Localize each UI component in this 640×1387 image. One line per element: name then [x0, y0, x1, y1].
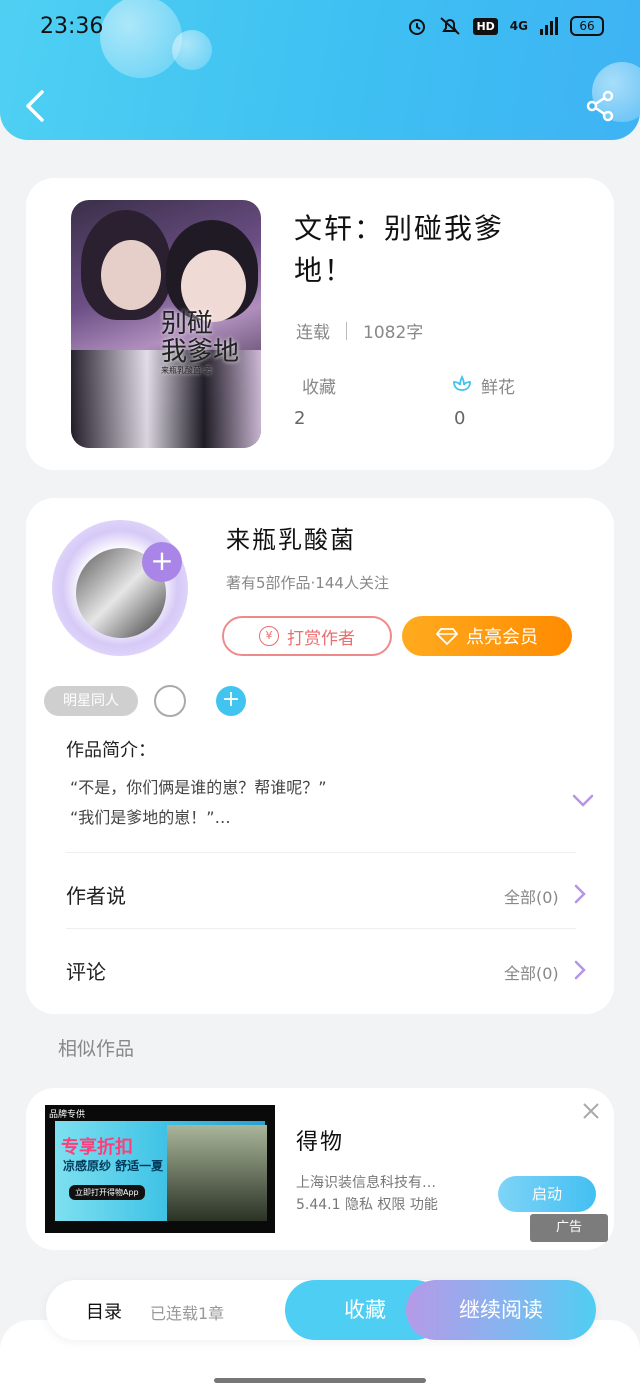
flowers-label[interactable]: 鲜花 — [481, 373, 515, 398]
avatar-frame — [52, 520, 188, 656]
battery-icon: 66 — [570, 16, 604, 36]
divider — [66, 852, 576, 853]
ad-image-sub: 凉感原纱 舒适一夏 — [63, 1159, 164, 1173]
ad-badge[interactable]: 广告 — [530, 1214, 608, 1242]
book-cover[interactable]: 别碰 我爹地 来瓶乳酸菌 著 — [71, 200, 261, 448]
chevron-down-icon[interactable] — [572, 794, 594, 808]
back-icon[interactable] — [22, 88, 50, 124]
favorites-label: 收藏 — [302, 378, 336, 398]
intro-title: 作品简介： — [66, 740, 156, 761]
word-count: 1082字 — [363, 323, 424, 343]
book-status: 连载 — [296, 323, 330, 343]
comments-label[interactable]: 评论 — [66, 956, 106, 985]
ad-launch-button[interactable]: 启动 — [498, 1176, 596, 1212]
cover-title: 别碰 我爹地 来瓶乳酸菌 著 — [161, 310, 239, 376]
author-says-count[interactable]: 全部(0) — [504, 884, 559, 908]
yen-icon: ¥ — [259, 626, 279, 646]
add-tag-button[interactable]: + — [216, 686, 246, 716]
ad-desc-line[interactable]: 5.44.1 隐私 权限 功能 — [296, 1194, 438, 1216]
tip-author-button[interactable]: ¥ 打赏作者 — [222, 616, 392, 656]
follow-plus-icon[interactable]: + — [142, 542, 182, 582]
tag-empty-circle[interactable] — [154, 685, 186, 717]
ad-title: 得物 — [296, 1130, 345, 1155]
flower-icon[interactable] — [451, 372, 473, 394]
cover-title-line: 别碰 — [161, 309, 214, 339]
ad-image-brand: 品牌专供 — [49, 1110, 86, 1120]
book-meta: 连载 1082字 — [296, 318, 423, 343]
ad-photo — [167, 1125, 267, 1221]
chevron-right-icon[interactable] — [574, 960, 586, 980]
home-indicator[interactable] — [214, 1378, 426, 1383]
share-icon[interactable] — [584, 90, 616, 122]
ad-desc: 上海识装信息科技有… 5.44.1 隐私 权限 功能 — [296, 1172, 438, 1216]
favorites-count: 2 — [294, 408, 306, 429]
diamond-icon — [436, 628, 458, 645]
author-name[interactable]: 来瓶乳酸菌 — [226, 520, 356, 555]
mute-icon — [440, 17, 461, 35]
comments-count[interactable]: 全部(0) — [504, 960, 559, 984]
top-header: 23:36 HD 4G 66 — [0, 0, 640, 140]
bottom-action-bar: 目录 已连载1章 收藏 继续阅读 — [46, 1280, 596, 1340]
vip-button[interactable]: 点亮会员 — [402, 616, 572, 656]
vip-label: 点亮会员 — [466, 627, 538, 648]
status-time: 23:36 — [40, 14, 104, 39]
author-card: + 来瓶乳酸菌 著有5部作品·144人关注 ¥ 打赏作者 点亮会员 明星同人 +… — [26, 498, 614, 1014]
book-title: 文轩：别碰我爹地！ — [294, 212, 505, 287]
signal-icon — [540, 17, 558, 35]
ad-desc-line: 上海识装信息科技有… — [296, 1175, 436, 1191]
divider — [66, 928, 576, 929]
intro-line: “不是，你们俩是谁的崽？帮谁呢？” — [70, 778, 327, 797]
alarm-icon — [409, 19, 426, 35]
intro-line: “我们是爹地的崽！”… — [70, 808, 231, 827]
cover-figure — [101, 240, 161, 310]
status-bar: 23:36 HD 4G 66 — [0, 0, 640, 58]
toc-button[interactable]: 目录 — [86, 1298, 122, 1324]
ad-image-headline: 专享折扣 — [61, 1137, 133, 1158]
flowers-count: 0 — [454, 408, 466, 429]
cover-subtitle: 来瓶乳酸菌 著 — [161, 366, 212, 375]
book-info-card: 别碰 我爹地 来瓶乳酸菌 著 文轩：别碰我爹地！ 连载 1082字 收藏 2 鲜… — [26, 178, 614, 470]
ad-card[interactable]: 品牌专供 专享折扣 凉感原纱 舒适一夏 立即打开得物App 得物 上海识装信息科… — [26, 1088, 614, 1250]
close-icon[interactable] — [582, 1102, 600, 1120]
similar-works-title: 相似作品 — [58, 1038, 135, 1060]
status-icons: HD 4G 66 — [407, 16, 604, 36]
toc-status[interactable]: 已连载1章 — [150, 1300, 224, 1324]
chevron-right-icon[interactable] — [574, 884, 586, 904]
ad-image-cta: 立即打开得物App — [69, 1185, 145, 1200]
author-says-label[interactable]: 作者说 — [66, 880, 126, 909]
tag-chip[interactable]: 明星同人 — [44, 686, 138, 716]
author-meta: 著有5部作品·144人关注 — [226, 574, 389, 592]
tip-label: 打赏作者 — [287, 628, 355, 649]
network-label: 4G — [509, 19, 528, 33]
hd-badge: HD — [473, 17, 498, 35]
ad-image[interactable]: 品牌专供 专享折扣 凉感原纱 舒适一夏 立即打开得物App — [45, 1105, 275, 1233]
meta-divider — [346, 321, 347, 340]
cover-title-line: 我爹地 — [161, 337, 240, 367]
continue-reading-button[interactable]: 继续阅读 — [406, 1280, 596, 1340]
